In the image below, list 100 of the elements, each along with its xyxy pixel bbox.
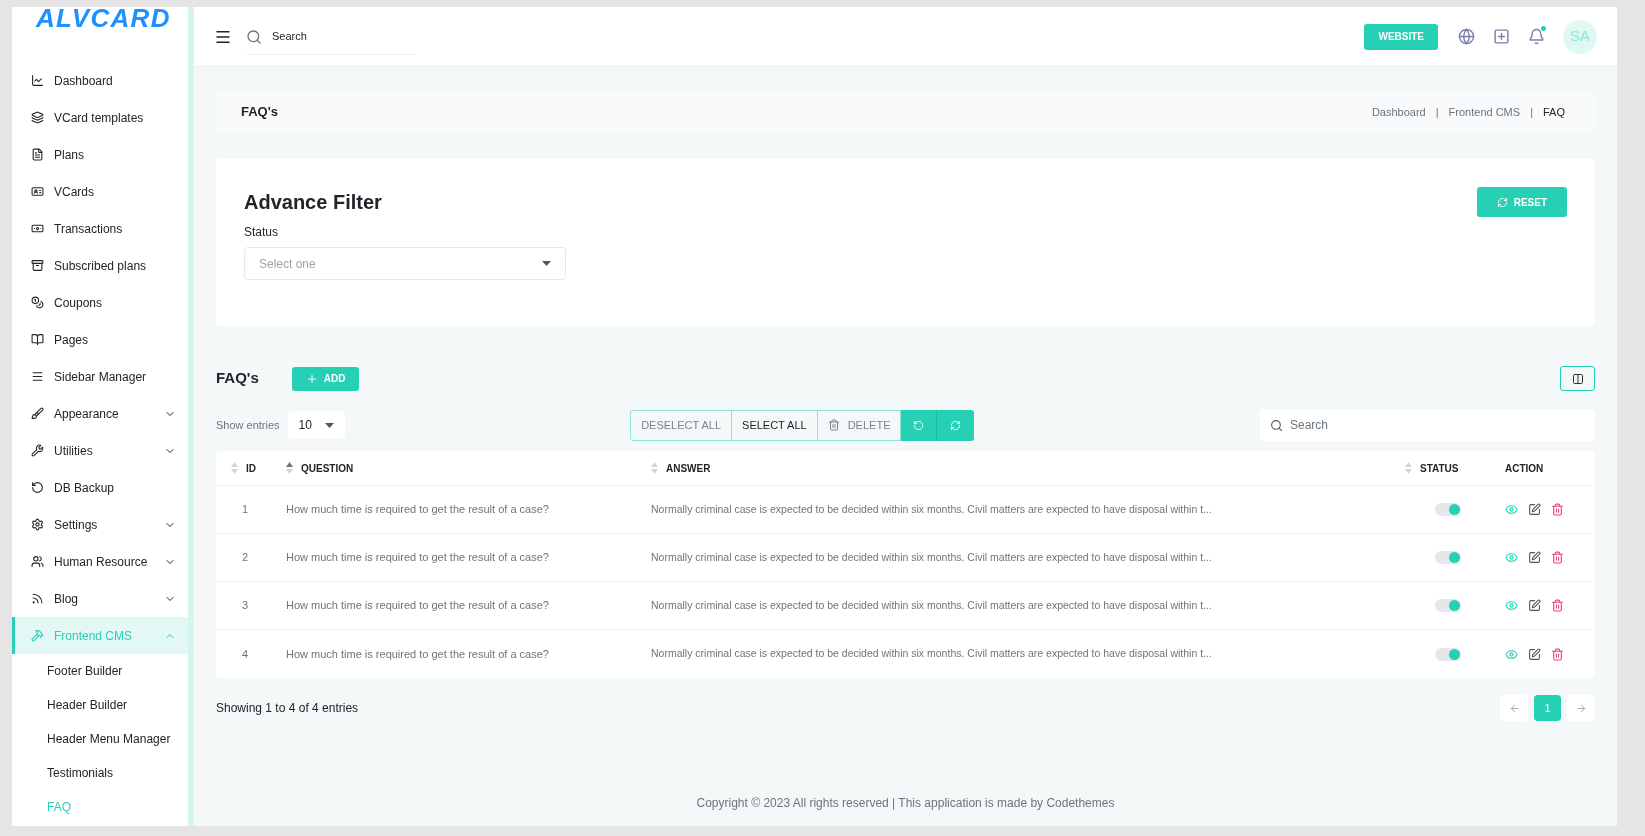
refresh-button[interactable]: [937, 409, 975, 441]
undo-button[interactable]: [901, 409, 938, 441]
arrow-right-icon: [1575, 702, 1587, 714]
view-icon[interactable]: [1505, 503, 1518, 516]
table-cell-text: 3: [241, 598, 250, 614]
delete-icon[interactable]: [1551, 551, 1564, 564]
sidebar-subitem[interactable]: Header Menu Manager: [12, 722, 188, 756]
logo: ALVCARD: [34, 7, 172, 35]
table-cell-text: Normally criminal case is expected to be decided within six months. Civil matters are expected to have disposal within t...: [651, 549, 1213, 565]
view-icon[interactable]: [1505, 551, 1518, 564]
sidebar-item[interactable]: Sidebar Manager: [12, 358, 188, 395]
status-label: Status: [244, 224, 280, 241]
table-cell-text: Normally criminal case is expected to be decided within six months. Civil matters are expected to have disposal within t...: [651, 646, 1213, 662]
showing-entries: Showing 1 to 4 of 4 entries: [216, 700, 360, 717]
table-cell-text: 4: [241, 646, 250, 662]
sidebar-item[interactable]: Plans: [12, 136, 188, 173]
sidebar-item[interactable]: Human Resource: [12, 543, 188, 580]
delete-icon[interactable]: [1551, 599, 1564, 612]
sidebar-item[interactable]: DB Backup: [12, 469, 188, 506]
users-icon: [31, 555, 44, 568]
column-header[interactable]: ID: [246, 460, 256, 476]
tools-icon: [31, 629, 44, 642]
sidebar-item[interactable]: Dashboard: [12, 62, 188, 99]
table-search-field[interactable]: Search: [1260, 409, 1595, 441]
wrench-icon: [31, 444, 44, 457]
undo-icon: [913, 419, 925, 431]
column-header[interactable]: STATUS: [1420, 460, 1459, 476]
brush-icon: [31, 407, 44, 420]
caret-icon: [324, 422, 334, 428]
list-title: FAQ's: [216, 368, 259, 389]
sidebar-subitem[interactable]: Footer Builder: [12, 654, 188, 688]
sidebar-item[interactable]: Utilities: [12, 432, 188, 469]
table-cell-text: 1: [241, 502, 250, 518]
sidebar-subitem[interactable]: Testimonials: [12, 756, 188, 790]
search-icon: [1270, 419, 1283, 432]
notification-bell[interactable]: [1528, 28, 1545, 45]
sidebar-item[interactable]: Transactions: [12, 210, 188, 247]
column-header[interactable]: QUESTION: [301, 460, 354, 476]
columns-button[interactable]: [1560, 366, 1595, 391]
bulk-select-button[interactable]: DESELECT ALL: [630, 409, 733, 441]
sidebar-subitem[interactable]: Header Builder: [12, 688, 188, 722]
table-cell-text: How much time is required to get the result of a case?: [286, 598, 550, 614]
sidebar-item[interactable]: Settings: [12, 506, 188, 543]
breadcrumb-link[interactable]: Frontend CMS: [1448, 103, 1521, 121]
status-toggle[interactable]: [1435, 647, 1461, 661]
search-icon: [246, 28, 262, 45]
edit-icon[interactable]: [1528, 647, 1541, 661]
bulk-select-button[interactable]: SELECT ALL: [731, 409, 818, 441]
view-icon[interactable]: [1505, 599, 1518, 612]
delete-icon[interactable]: [1551, 503, 1564, 516]
arrow-left-icon: [1508, 702, 1520, 714]
plus-icon: [305, 372, 318, 385]
sidebar-item[interactable]: Appearance: [12, 395, 188, 432]
table-cell-text: Normally criminal case is expected to be decided within six months. Civil matters are expected to have disposal within t...: [651, 597, 1213, 613]
refresh-icon: [950, 419, 962, 431]
chart-icon: [31, 74, 44, 87]
document-icon: [31, 148, 44, 161]
caret-icon: [542, 261, 551, 266]
sidebar-item[interactable]: VCard templates: [12, 99, 188, 136]
id-card-icon: [31, 185, 44, 198]
status-toggle[interactable]: [1435, 599, 1461, 612]
breadcrumb-link[interactable]: FAQ: [1543, 103, 1565, 121]
status-toggle[interactable]: [1435, 503, 1461, 516]
status-toggle[interactable]: [1435, 551, 1461, 564]
sidebar-item[interactable]: VCards: [12, 173, 188, 210]
sidebar-item[interactable]: Pages: [12, 321, 188, 358]
column-header: ACTION: [1505, 461, 1544, 476]
page-size-select[interactable]: 10: [287, 411, 345, 439]
columns-icon: [1571, 372, 1584, 385]
globe-icon[interactable]: [1458, 28, 1475, 45]
column-header[interactable]: ANSWER: [666, 460, 711, 476]
list-icon: [31, 370, 44, 383]
show-entries-label: Show entries: [216, 417, 280, 433]
add-icon[interactable]: [1493, 28, 1510, 45]
sort-icon[interactable]: [286, 462, 293, 474]
trash-icon: [827, 419, 840, 431]
search-field[interactable]: Search: [246, 18, 416, 55]
layers-icon: [31, 111, 44, 124]
settings-icon: [31, 518, 44, 531]
feed-icon: [31, 592, 44, 605]
previous-page-button[interactable]: [1500, 695, 1528, 721]
edit-icon[interactable]: [1528, 503, 1541, 516]
delete-icon[interactable]: [1551, 647, 1564, 661]
sidebar-item[interactable]: Subscribed plans: [12, 247, 188, 284]
table-cell-text: How much time is required to get the result of a case?: [286, 502, 550, 518]
banknote-icon: [31, 222, 44, 235]
archive-icon: [31, 259, 44, 272]
edit-icon[interactable]: [1528, 599, 1541, 612]
view-icon[interactable]: [1505, 647, 1518, 661]
table-cell-text: Normally criminal case is expected to be decided within six months. Civil matters are expected to have disposal within t...: [651, 501, 1213, 517]
undo-icon: [31, 481, 44, 494]
delete-button[interactable]: DELETE: [816, 409, 902, 441]
filter-title: Advance Filter: [244, 190, 383, 215]
next-page-button[interactable]: [1567, 695, 1595, 721]
breadcrumb-separator: |: [1435, 104, 1439, 120]
breadcrumb-link[interactable]: Dashboard: [1371, 103, 1426, 121]
sidebar-item[interactable]: Blog: [12, 580, 188, 617]
edit-icon[interactable]: [1528, 551, 1541, 564]
table-cell-text: How much time is required to get the result of a case?: [286, 550, 550, 566]
sidebar-item[interactable]: Coupons: [12, 284, 188, 321]
